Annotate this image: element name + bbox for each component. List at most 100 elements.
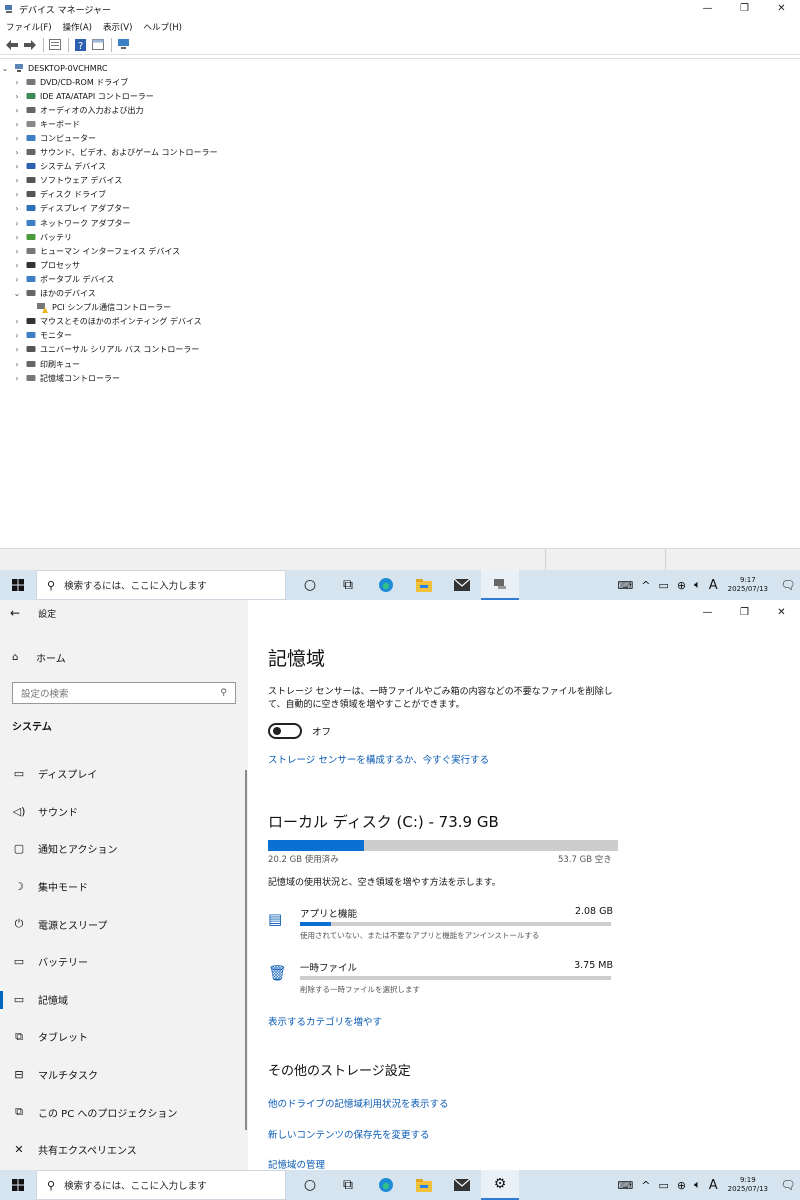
settings-gear-icon[interactable]: ⚙ <box>481 1170 519 1200</box>
cortana-icon[interactable]: ○ <box>291 570 329 600</box>
menu-action[interactable]: 操作(A) <box>63 21 92 33</box>
tree-category[interactable]: › モニター <box>0 329 800 343</box>
chevron-right-icon[interactable]: › <box>12 247 22 256</box>
help-icon[interactable]: ? <box>72 38 88 52</box>
nav-item[interactable]: ⧉ タブレット <box>0 1018 248 1056</box>
chevron-right-icon[interactable]: › <box>12 92 22 101</box>
nav-item[interactable]: ⏻ 電源とスリープ <box>0 905 248 943</box>
nav-item[interactable]: ▭ ディスプレイ <box>0 755 248 793</box>
chevron-right-icon[interactable]: › <box>12 134 22 143</box>
battery-tray-icon[interactable]: ▭ <box>659 1179 669 1192</box>
tree-category[interactable]: › 印刷キュー <box>0 357 800 371</box>
scan-hardware-icon[interactable] <box>115 38 131 52</box>
show-hidden-icon[interactable] <box>90 38 106 52</box>
keyboard-layout-icon[interactable]: ⌨ <box>617 579 633 592</box>
chevron-right-icon[interactable]: › <box>12 78 22 87</box>
properties-icon[interactable] <box>47 38 63 52</box>
chevron-down-icon[interactable]: ⌄ <box>12 289 22 298</box>
keyboard-layout-icon[interactable]: ⌨ <box>617 1179 633 1192</box>
chevron-down-icon[interactable]: ⌄ <box>0 64 10 73</box>
edge-icon[interactable] <box>367 570 405 600</box>
volume-icon[interactable]: 🔈︎ <box>694 578 701 592</box>
sidebar-scrollbar[interactable] <box>245 770 247 1130</box>
minimize-button[interactable]: — <box>689 0 726 18</box>
close-button[interactable]: ✕ <box>763 0 800 18</box>
storage-category[interactable]: ▤ アプリと機能 2.08 GB 使用されていない、または不要なアプリと機能をアンイン… <box>268 906 613 946</box>
tree-category[interactable]: › システム デバイス <box>0 160 800 174</box>
chevron-right-icon[interactable]: › <box>12 176 22 185</box>
battery-tray-icon[interactable]: ▭ <box>659 579 669 592</box>
chevron-right-icon[interactable]: › <box>12 360 22 369</box>
tree-category[interactable]: › キーボード <box>0 117 800 131</box>
nav-item[interactable]: ▢ 通知とアクション <box>0 830 248 868</box>
tree-category[interactable]: › ディスプレイ アダプター <box>0 202 800 216</box>
tree-root[interactable]: ⌄ DESKTOP-0VCHMRC <box>0 61 800 75</box>
nav-item[interactable]: ▭ バッテリー <box>0 943 248 981</box>
chevron-right-icon[interactable]: › <box>12 120 22 129</box>
ime-indicator[interactable]: A <box>709 578 718 593</box>
other-drives-link[interactable]: 他のドライブの記憶域利用状況を表示する <box>268 1096 449 1110</box>
maximize-button[interactable]: ❐ <box>726 0 763 18</box>
tree-category[interactable]: › オーディオの入力および出力 <box>0 103 800 117</box>
back-arrow-icon[interactable]: ← <box>10 606 20 620</box>
nav-item[interactable]: ▭ 記憶域 <box>0 981 248 1019</box>
maximize-button[interactable]: ❐ <box>726 600 763 626</box>
ime-indicator[interactable]: A <box>709 1178 718 1193</box>
storage-sense-toggle[interactable] <box>268 723 302 739</box>
tree-category[interactable]: › ディスク ドライブ <box>0 188 800 202</box>
tree-category[interactable]: › ソフトウェア デバイス <box>0 174 800 188</box>
minimize-button[interactable]: — <box>689 600 726 626</box>
chevron-right-icon[interactable]: › <box>12 148 22 157</box>
chevron-right-icon[interactable]: › <box>12 219 22 228</box>
tree-category[interactable]: › ユニバーサル シリアル バス コントローラー <box>0 343 800 357</box>
task-view-icon[interactable]: ⧉ <box>329 1170 367 1200</box>
back-arrow-icon[interactable] <box>4 38 20 52</box>
chevron-right-icon[interactable]: › <box>12 275 22 284</box>
chevron-right-icon[interactable]: › <box>12 204 22 213</box>
tree-category[interactable]: › DVD/CD-ROM ドライブ <box>0 75 800 89</box>
clock[interactable]: 9:17 2025/07/13 <box>728 576 768 594</box>
nav-item[interactable]: ☽ 集中モード <box>0 868 248 906</box>
configure-storage-sense-link[interactable]: ストレージ センサーを構成するか、今すぐ実行する <box>268 752 489 766</box>
tree-category[interactable]: › IDE ATA/ATAPI コントローラー <box>0 89 800 103</box>
menu-file[interactable]: ファイル(F) <box>6 21 52 33</box>
chevron-right-icon[interactable]: › <box>12 374 22 383</box>
nav-item[interactable]: ✕ 共有エクスペリエンス <box>0 1131 248 1169</box>
network-globe-icon[interactable]: ⊕ <box>677 579 686 592</box>
menu-help[interactable]: ヘルプ(H) <box>143 21 182 33</box>
cortana-icon[interactable]: ○ <box>291 1170 329 1200</box>
chevron-right-icon[interactable]: › <box>12 317 22 326</box>
tree-child-item[interactable]: PCI シンプル通信コントローラー <box>0 301 800 315</box>
tree-category[interactable]: › プロセッサ <box>0 258 800 272</box>
settings-search-input[interactable]: 設定の検索 ⚲ <box>12 682 236 704</box>
chevron-up-icon[interactable]: ^ <box>641 1179 650 1192</box>
file-explorer-icon[interactable] <box>405 1170 443 1200</box>
task-view-icon[interactable]: ⧉ <box>329 570 367 600</box>
windows-start-icon[interactable] <box>0 1170 36 1200</box>
close-button[interactable]: ✕ <box>763 600 800 626</box>
chevron-right-icon[interactable]: › <box>12 261 22 270</box>
notification-icon[interactable]: 🗨︎ <box>776 1178 800 1192</box>
network-globe-icon[interactable]: ⊕ <box>677 1179 686 1192</box>
manage-storage-link[interactable]: 記憶域の管理 <box>268 1157 325 1171</box>
notification-icon[interactable]: 🗨︎ <box>776 578 800 592</box>
tree-category[interactable]: › バッテリ <box>0 230 800 244</box>
taskbar-search[interactable]: ⚲ 検索するには、ここに入力します <box>36 570 286 600</box>
mail-icon[interactable] <box>443 570 481 600</box>
chevron-right-icon[interactable]: › <box>12 162 22 171</box>
edge-icon[interactable] <box>367 1170 405 1200</box>
tree-category[interactable]: › ポータブル デバイス <box>0 272 800 286</box>
device-manager-taskbar-icon[interactable] <box>481 570 519 600</box>
tree-category[interactable]: › ヒューマン インターフェイス デバイス <box>0 244 800 258</box>
chevron-right-icon[interactable]: › <box>12 106 22 115</box>
volume-icon[interactable]: 🔈︎ <box>694 1178 701 1192</box>
taskbar-search[interactable]: ⚲ 検索するには、ここに入力します <box>36 1170 286 1200</box>
chevron-right-icon[interactable]: › <box>12 331 22 340</box>
forward-arrow-icon[interactable] <box>22 38 38 52</box>
change-save-location-link[interactable]: 新しいコンテンツの保存先を変更する <box>268 1127 430 1141</box>
chevron-right-icon[interactable]: › <box>12 190 22 199</box>
tree-category[interactable]: ⌄ ほかのデバイス <box>0 287 800 301</box>
storage-category[interactable]: 🗑︎ 一時ファイル 3.75 MB 削除する一時ファイルを選択します <box>268 960 613 1000</box>
windows-start-icon[interactable] <box>0 570 36 600</box>
menu-view[interactable]: 表示(V) <box>103 21 132 33</box>
